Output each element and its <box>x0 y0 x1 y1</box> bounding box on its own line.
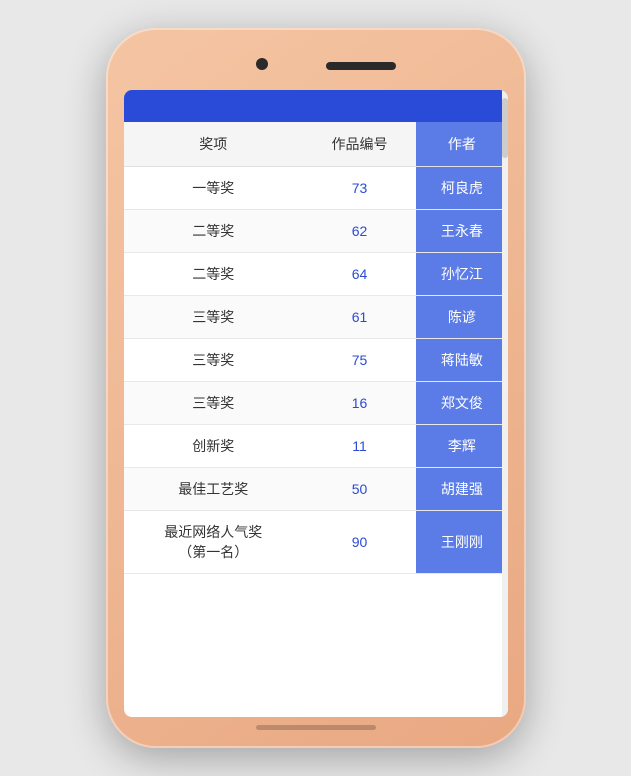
cell-number: 62 <box>303 210 416 253</box>
cell-author: 柯良虎 <box>416 167 507 210</box>
table-row: 最佳工艺奖50胡建强 <box>124 468 508 511</box>
cell-number: 16 <box>303 382 416 425</box>
awards-table: 奖项 作品编号 作者 一等奖73柯良虎二等奖62王永春二等奖64孙忆江三等奖61… <box>124 90 508 574</box>
scrollbar-track[interactable] <box>502 90 508 717</box>
table-row: 一等奖73柯良虎 <box>124 167 508 210</box>
phone-frame: 奖项 作品编号 作者 一等奖73柯良虎二等奖62王永春二等奖64孙忆江三等奖61… <box>106 28 526 748</box>
cell-prize: 三等奖 <box>124 339 303 382</box>
table-row: 创新奖11李辉 <box>124 425 508 468</box>
cell-author: 王永春 <box>416 210 507 253</box>
table-row: 三等奖75蒋陆敏 <box>124 339 508 382</box>
cell-number: 75 <box>303 339 416 382</box>
cell-author: 郑文俊 <box>416 382 507 425</box>
cell-number: 50 <box>303 468 416 511</box>
cell-author: 陈谚 <box>416 296 507 339</box>
speaker-icon <box>326 62 396 70</box>
table-title <box>124 90 508 122</box>
cell-prize: 一等奖 <box>124 167 303 210</box>
table-row: 二等奖62王永春 <box>124 210 508 253</box>
cell-number: 73 <box>303 167 416 210</box>
header-prize: 奖项 <box>124 122 303 167</box>
scrollbar-thumb[interactable] <box>502 98 508 158</box>
cell-author: 李辉 <box>416 425 507 468</box>
cell-prize: 三等奖 <box>124 382 303 425</box>
cell-author: 孙忆江 <box>416 253 507 296</box>
header-number: 作品编号 <box>303 122 416 167</box>
cell-number: 11 <box>303 425 416 468</box>
cell-prize: 创新奖 <box>124 425 303 468</box>
phone-top-bar <box>124 46 508 86</box>
cell-prize: 二等奖 <box>124 253 303 296</box>
table-container[interactable]: 奖项 作品编号 作者 一等奖73柯良虎二等奖62王永春二等奖64孙忆江三等奖61… <box>124 90 508 717</box>
cell-prize: 最近网络人气奖 （第一名） <box>124 511 303 574</box>
cell-prize: 最佳工艺奖 <box>124 468 303 511</box>
cell-number: 61 <box>303 296 416 339</box>
home-bar <box>256 725 376 730</box>
cell-number: 90 <box>303 511 416 574</box>
cell-prize: 三等奖 <box>124 296 303 339</box>
table-row: 三等奖61陈谚 <box>124 296 508 339</box>
table-row: 二等奖64孙忆江 <box>124 253 508 296</box>
cell-author: 蒋陆敏 <box>416 339 507 382</box>
table-row: 最近网络人气奖 （第一名）90王刚刚 <box>124 511 508 574</box>
table-row: 三等奖16郑文俊 <box>124 382 508 425</box>
phone-screen: 奖项 作品编号 作者 一等奖73柯良虎二等奖62王永春二等奖64孙忆江三等奖61… <box>124 90 508 717</box>
header-author: 作者 <box>416 122 507 167</box>
cell-number: 64 <box>303 253 416 296</box>
cell-prize: 二等奖 <box>124 210 303 253</box>
cell-author: 王刚刚 <box>416 511 507 574</box>
camera-icon <box>256 58 268 70</box>
table-title-row <box>124 90 508 122</box>
cell-author: 胡建强 <box>416 468 507 511</box>
column-header-row: 奖项 作品编号 作者 <box>124 122 508 167</box>
